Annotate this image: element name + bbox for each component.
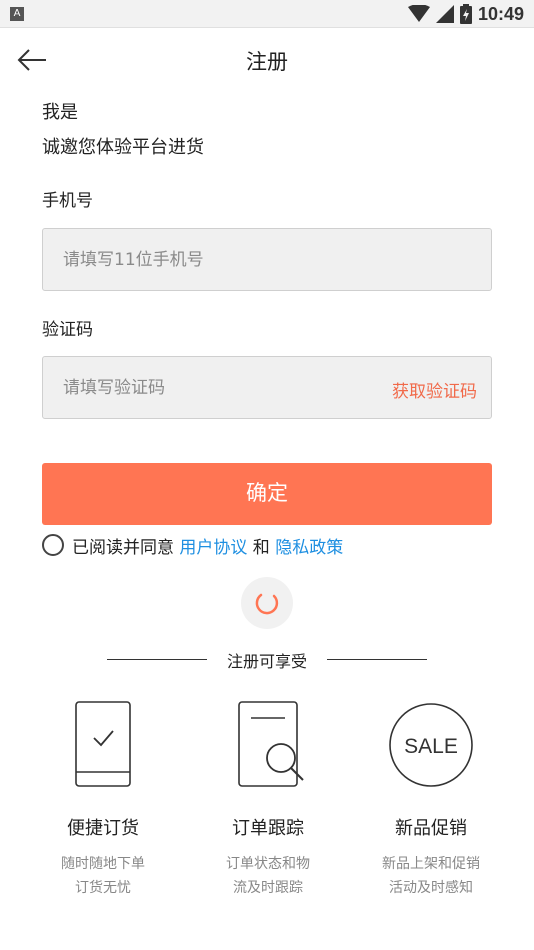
- agreement-and: 和: [247, 537, 276, 558]
- benefit-title: 订单跟踪: [232, 818, 304, 839]
- app-notification-icon: A: [10, 7, 24, 21]
- page-title: 注册: [246, 50, 288, 74]
- benefit-desc-line2: 流及时跟踪: [233, 880, 303, 896]
- benefit-desc-line1: 新品上架和促销: [382, 856, 480, 872]
- benefit-new-promotions: SALE 新品促销 新品上架和促销 活动及时感知: [356, 700, 506, 900]
- status-indicators: 10:49: [407, 3, 524, 25]
- benefit-desc: 新品上架和促销 活动及时感知: [356, 852, 506, 900]
- privacy-policy-link[interactable]: 隐私政策: [275, 533, 343, 558]
- sale-badge-text: SALE: [404, 735, 458, 758]
- sale-badge-icon: SALE: [389, 703, 473, 787]
- benefit-desc-line1: 订单状态和物: [226, 856, 310, 872]
- agreement-row: 已阅读并同意 用户协议 和 隐私政策: [42, 532, 343, 558]
- benefits-heading-row: 注册可享受: [0, 646, 534, 672]
- benefits-heading: 注册可享受: [226, 652, 307, 671]
- benefit-desc-line2: 活动及时感知: [389, 880, 473, 896]
- benefit-desc-line1: 随时随地下单: [61, 856, 145, 872]
- benefit-order-tracking: 订单跟踪 订单状态和物 流及时跟踪: [193, 700, 343, 900]
- get-code-button[interactable]: 获取验证码: [392, 377, 477, 402]
- nav-bar: 注册: [0, 28, 534, 92]
- signal-icon: [435, 5, 454, 23]
- phone-check-icon: [75, 701, 131, 787]
- benefit-title: 便捷订货: [67, 818, 139, 839]
- agreement-checkbox[interactable]: [42, 534, 64, 556]
- divider-right: [327, 659, 427, 660]
- document-search-icon: [238, 701, 304, 787]
- intro-text-line2: 诚邀您体验平台进货: [42, 137, 204, 158]
- confirm-button[interactable]: 确定: [42, 463, 492, 525]
- spinner-icon: [255, 593, 279, 615]
- status-bar: A 10:49: [0, 0, 534, 28]
- phone-input[interactable]: [43, 229, 491, 290]
- battery-icon: [459, 4, 472, 24]
- loading-spinner: [241, 577, 293, 629]
- wifi-icon: [407, 5, 430, 22]
- benefit-easy-order: 便捷订货 随时随地下单 订货无忧: [28, 700, 178, 900]
- benefit-desc-line2: 订货无忧: [75, 880, 131, 896]
- user-agreement-link[interactable]: 用户协议: [179, 533, 247, 558]
- benefit-desc: 随时随地下单 订货无忧: [28, 852, 178, 900]
- benefit-desc: 订单状态和物 流及时跟踪: [193, 852, 343, 900]
- code-field-box: 获取验证码: [42, 356, 492, 419]
- status-time: 10:49: [477, 3, 524, 24]
- phone-label: 手机号: [42, 191, 93, 211]
- code-label: 验证码: [42, 320, 93, 340]
- benefit-title: 新品促销: [395, 818, 467, 839]
- phone-field-box: [42, 228, 492, 291]
- intro-text-line1: 我是: [42, 102, 78, 123]
- code-input[interactable]: [43, 357, 363, 418]
- agreement-prefix: 已阅读并同意: [72, 537, 180, 558]
